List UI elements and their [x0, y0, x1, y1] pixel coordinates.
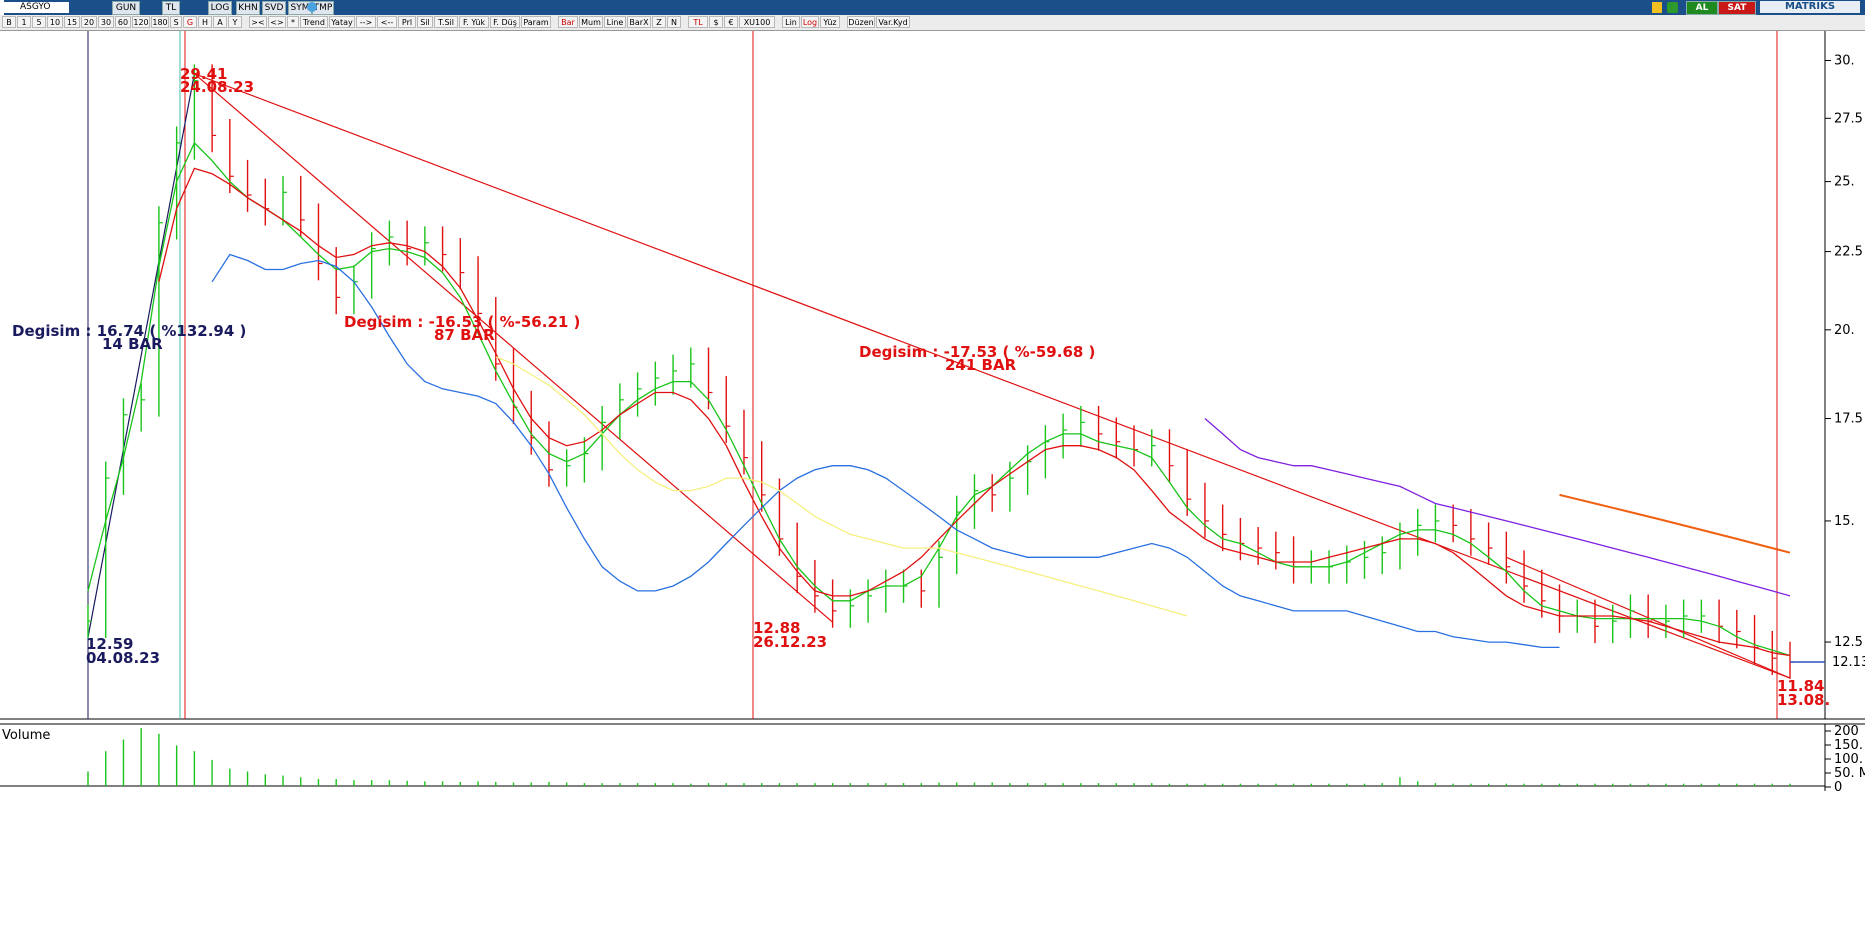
toolbar-button-4[interactable]: 15	[64, 16, 80, 28]
price-panel	[0, 31, 1825, 719]
toolbar-button-31[interactable]: BarX	[627, 16, 651, 28]
drop2-bars-label: 241 BAR	[945, 356, 1017, 374]
toolbar-button-10[interactable]: S	[170, 16, 182, 28]
toolbar-button-38[interactable]: Lin	[782, 16, 800, 28]
toolbar-button-3[interactable]: 10	[47, 16, 63, 28]
toolbar-button-39[interactable]: Log	[801, 16, 819, 28]
volume-tick-label-3: 50. M	[1834, 766, 1865, 781]
drop1-bars-label: 87 BAR	[434, 326, 495, 344]
toolbar-button-12[interactable]: H	[198, 16, 212, 28]
toolbar-button-1[interactable]: 1	[17, 16, 31, 28]
toolbar-button-7[interactable]: 60	[115, 16, 131, 28]
y-tick-label-3: 22.5	[1834, 245, 1863, 260]
low1-date-label: 04.08.23	[86, 649, 160, 667]
toolbar-button-16[interactable]: <>	[268, 16, 286, 28]
toolbar-button-42[interactable]: Var.Kyd	[876, 16, 910, 28]
y-tick-label-2: 25.	[1834, 175, 1855, 190]
peak-date-label: 24.08.23	[180, 78, 254, 96]
toolbar-button-30[interactable]: Line	[604, 16, 626, 28]
toolbar-button-8[interactable]: 120	[132, 16, 150, 28]
toolbar-button-21[interactable]: <--	[377, 16, 397, 28]
y-tick-label-6: 15.	[1834, 514, 1855, 529]
toolbar-button-23[interactable]: Sil	[417, 16, 433, 28]
toolbar-button-9[interactable]: 180	[151, 16, 169, 28]
toolbar-button-6[interactable]: 30	[98, 16, 114, 28]
y-tick-label-1: 27.5	[1834, 111, 1863, 126]
top-toolbar-button-1[interactable]: TL	[162, 1, 180, 15]
volume-axis: 200150.100.50. M0	[1825, 724, 1865, 795]
last-price-label: 12.13	[1832, 655, 1865, 670]
brand-logo: MATRIKS	[1760, 1, 1860, 13]
toolbar-button-5[interactable]: 20	[81, 16, 97, 28]
refresh-icon[interactable]	[1667, 2, 1678, 13]
top-toolbar-button-4[interactable]: SVD	[262, 1, 286, 15]
toolbar-button-19[interactable]: Yatay	[329, 16, 355, 28]
low3-date-label: 13.08.	[1777, 691, 1830, 709]
toolbar-button-22[interactable]: Prl	[398, 16, 416, 28]
chart-toolbar: B 1 5 10 15 20 30 60 120 180 S G H A Y >< <> * Trend Yatay -…	[0, 15, 1865, 31]
y-tick-label-4: 20.	[1834, 323, 1855, 338]
y-tick-label-5: 17.5	[1834, 412, 1863, 427]
toolbar-button-24[interactable]: T.Sil	[434, 16, 458, 28]
y-tick-label-7: 12.5	[1834, 635, 1863, 650]
top-toolbar-button-2[interactable]: LOG	[208, 1, 232, 15]
toolbar-button-18[interactable]: Trend	[300, 16, 328, 28]
toolbar-button-17[interactable]: *	[287, 16, 299, 28]
volume-tick-label-4: 0	[1834, 780, 1842, 795]
chart-area[interactable]: 30. 27.5 25. 22.5 20. 17.5 15. 12.5 200150.100.…	[0, 31, 1865, 941]
buy-button[interactable]: AL	[1686, 1, 1718, 15]
price-axis: 30. 27.5 25. 22.5 20. 17.5 15. 12.5	[1825, 53, 1863, 650]
toolbar-button-41[interactable]: Düzen	[847, 16, 875, 28]
volume-tick-label-1: 150.	[1834, 738, 1863, 753]
toolbar-button-35[interactable]: $	[709, 16, 723, 28]
lightning-icon[interactable]	[1652, 2, 1662, 13]
sell-button[interactable]: SAT	[1718, 1, 1756, 15]
toolbar-button-40[interactable]: Yüz	[820, 16, 840, 28]
toolbar-button-11[interactable]: G	[183, 16, 197, 28]
toolbar-button-26[interactable]: F. Düş	[490, 16, 520, 28]
toolbar-button-0[interactable]: B	[2, 16, 16, 28]
toolbar-button-29[interactable]: Mum	[579, 16, 603, 28]
toolbar-button-15[interactable]: ><	[249, 16, 267, 28]
toolbar-button-20[interactable]: -->	[356, 16, 376, 28]
toolbar-button-13[interactable]: A	[213, 16, 227, 28]
y-tick-label-0: 30.	[1834, 53, 1855, 68]
top-toolbar-button-0[interactable]: GUN	[112, 1, 140, 15]
volume-label: Volume	[2, 728, 50, 743]
toolbar-button-28[interactable]: Bar	[558, 16, 578, 28]
toolbar-button-36[interactable]: €	[724, 16, 738, 28]
toolbar-button-37[interactable]: XU100	[739, 16, 775, 28]
toolbar-button-14[interactable]: Y	[228, 16, 242, 28]
toolbar-button-33[interactable]: N	[667, 16, 681, 28]
toolbar-button-34[interactable]: TL	[688, 16, 708, 28]
rally-bars-label: 14 BAR	[102, 335, 163, 353]
volume-tick-label-0: 200	[1834, 724, 1859, 739]
volume-bars	[87, 728, 1791, 786]
toolbar-button-32[interactable]: Z	[652, 16, 666, 28]
title-bar: ASGYO GUN TL LOG KHN SVD SYM TMP AL SAT MATRIK…	[0, 0, 1865, 15]
symbol-field[interactable]: ASGYO	[4, 2, 69, 13]
toolbar-button-25[interactable]: F. Yük	[459, 16, 489, 28]
toolbar-button-27[interactable]: Param	[521, 16, 551, 28]
top-toolbar-button-3[interactable]: KHN	[236, 1, 260, 15]
volume-tick-label-2: 100.	[1834, 752, 1863, 767]
toolbar-button-2[interactable]: 5	[32, 16, 46, 28]
low2-date-label: 26.12.23	[753, 633, 827, 651]
twitter-icon[interactable]	[307, 2, 317, 12]
